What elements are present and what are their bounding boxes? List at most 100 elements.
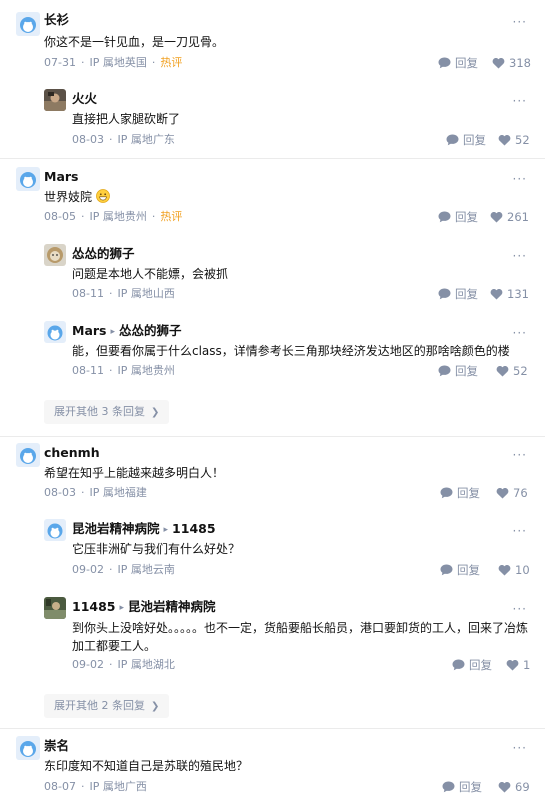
comment-meta: 08-07 · IP 属地广西 [44,780,147,793]
avatar[interactable] [16,443,40,467]
comment-date: 08-07 [44,780,76,793]
heart-icon [492,58,505,69]
like-button[interactable]: 69 [498,780,530,794]
heart-icon [490,212,503,223]
reply-date: 09-02 [72,563,104,576]
divider [0,728,545,729]
comment-text: 东印度知不知道自己是苏联的殖民地？ [44,759,249,773]
reply-button[interactable]: 回复 [440,563,480,577]
reply-icon [438,288,451,300]
reply-icon [446,134,459,146]
reply-to-arrow-icon: ▸ [110,327,116,337]
heart-icon [506,660,519,671]
reply-meta: 08-11 · IP 属地山西 [72,287,175,300]
reply-text: 能，但要看你属于什么class，详情参考长三角那块经济发达地区的那啥啥颜色的楼 [72,344,510,358]
heart-icon [498,782,511,793]
expand-replies-button[interactable]: 展开其他 2 条回复 ❯ [44,694,170,718]
reply-date: 08-03 [72,133,104,146]
reply-text: 问题是本地人不能嫖，会被抓 [72,267,229,281]
reply-to-user[interactable]: 11485 [172,521,216,536]
avatar[interactable] [44,597,66,619]
more-options-icon[interactable]: ··· [513,16,527,28]
ip-location: IP 属地广东 [117,133,175,146]
heart-icon [496,366,509,377]
reply-author[interactable]: 怂怂的狮子 [72,246,135,262]
reply-button[interactable]: 回复 [438,287,478,301]
reply-icon [442,781,455,793]
heart-icon [498,565,511,576]
grin-emoji [95,189,110,203]
avatar[interactable] [16,736,40,760]
like-button[interactable]: 1 [506,658,530,672]
comment-meta: 07-31 · IP 属地英国 · 热评 [44,56,183,69]
ip-location: IP 属地云南 [117,563,175,576]
avatar[interactable] [44,519,66,541]
like-button[interactable]: 10 [498,563,530,577]
comment-author[interactable]: 长衫 [44,12,69,28]
like-button[interactable]: 261 [490,210,529,224]
reply-button[interactable]: 回复 [438,364,478,378]
reply-button[interactable]: 回复 [452,658,492,672]
divider [0,436,545,437]
reply-to-user[interactable]: 昆池岩精神病院 [128,599,216,614]
more-options-icon[interactable]: ··· [513,525,527,537]
reply-author: 昆池岩精神病院 ▸ 11485 [72,521,216,536]
avatar[interactable] [44,244,66,266]
reply-to-user[interactable]: 怂怂的狮子 [119,323,182,338]
like-button[interactable]: 131 [490,287,529,301]
ip-location: IP 属地湖北 [117,658,175,671]
chevron-right-icon: ❯ [151,701,160,712]
heart-icon [498,135,511,146]
reply-date: 08-11 [72,364,104,377]
ip-location: IP 属地山西 [117,287,175,300]
reply-author[interactable]: 火火 [72,91,97,107]
reply-button[interactable]: 回复 [438,56,478,70]
avatar[interactable] [16,167,40,191]
reply-icon [440,564,453,576]
reply-icon [452,659,465,671]
comment-text: 你这不是一针见血，是一刀见骨。 [44,35,225,49]
more-options-icon[interactable]: ··· [513,603,527,615]
comment-date: 08-03 [44,486,76,499]
reply-button[interactable]: 回复 [438,210,478,224]
comment-meta: 08-03 · IP 属地福建 [44,486,147,499]
reply-meta: 08-03 · IP 属地广东 [72,133,175,146]
more-options-icon[interactable]: ··· [513,449,527,461]
reply-date: 09-02 [72,658,104,671]
reply-text: 它压非洲矿与我们有什么好处？ [72,542,241,556]
reply-icon [440,487,453,499]
heart-icon [490,289,503,300]
comment-author[interactable]: Mars [44,169,78,185]
more-options-icon[interactable]: ··· [513,250,527,262]
reply-button[interactable]: 回复 [440,486,480,500]
like-button[interactable]: 76 [496,486,528,500]
reply-author: 11485 ▸ 昆池岩精神病院 [72,599,216,614]
like-button[interactable]: 52 [496,364,528,378]
comment-text: 世界妓院 [44,189,110,205]
reply-icon [438,365,451,377]
avatar[interactable] [44,89,66,111]
like-button[interactable]: 52 [498,133,530,147]
reply-button[interactable]: 回复 [446,133,486,147]
more-options-icon[interactable]: ··· [513,95,527,107]
ip-location: IP 属地英国 [89,56,147,69]
comment-author[interactable]: 崇名 [44,738,69,754]
avatar[interactable] [16,12,40,36]
reply-text: 直接把人家腿砍断了 [72,112,181,126]
ip-location: IP 属地贵州 [89,210,147,223]
expand-replies-button[interactable]: 展开其他 3 条回复 ❯ [44,400,170,424]
ip-location: IP 属地贵州 [117,364,175,377]
comment-date: 08-05 [44,210,76,223]
more-options-icon[interactable]: ··· [513,742,527,754]
reply-button[interactable]: 回复 [442,780,482,794]
reply-meta: 09-02 · IP 属地湖北 [72,658,175,671]
comment-date: 07-31 [44,56,76,69]
more-options-icon[interactable]: ··· [513,173,527,185]
avatar[interactable] [44,321,66,343]
more-options-icon[interactable]: ··· [513,327,527,339]
reply-to-arrow-icon: ▸ [119,603,125,613]
comment-author[interactable]: chenmh [44,445,100,461]
like-button[interactable]: 318 [492,56,531,70]
comment-meta: 08-05 · IP 属地贵州 · 热评 [44,210,183,223]
hot-badge: 热评 [160,210,183,223]
